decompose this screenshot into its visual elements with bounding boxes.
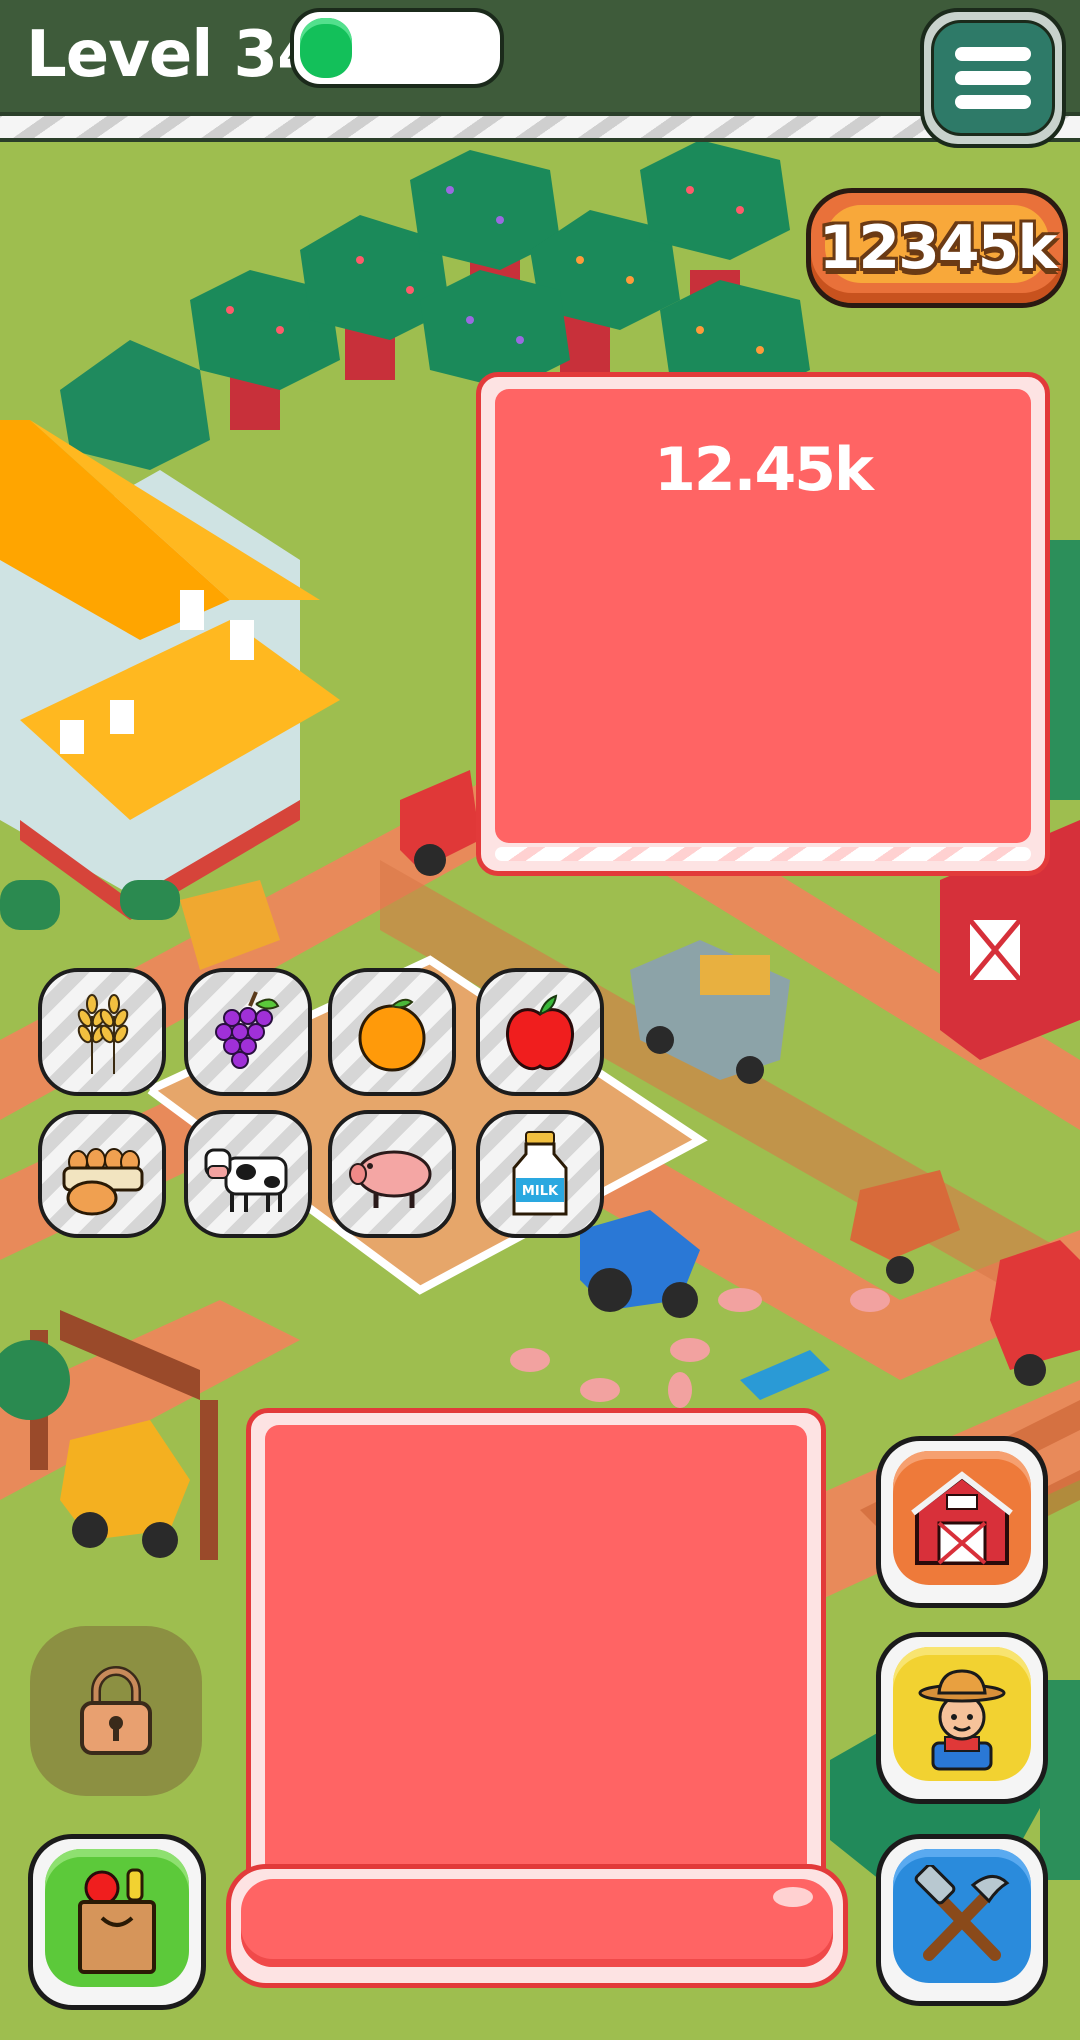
level-label: Level 34 <box>26 18 322 92</box>
bottom-panel <box>246 1408 826 1904</box>
milk-label: MILK <box>522 1184 559 1199</box>
eggs-icon <box>62 1148 144 1216</box>
barn-button[interactable] <box>876 1436 1048 1608</box>
bottom-bar-shine <box>773 1887 813 1907</box>
farmer-icon <box>918 1669 1006 1771</box>
market-button[interactable] <box>28 1834 206 2010</box>
orange-tile[interactable] <box>328 968 456 1096</box>
bottom-action-bar[interactable] <box>226 1864 848 1988</box>
level-progress-fill <box>300 18 352 78</box>
top-bar: Level 34 <box>0 0 1080 142</box>
menu-button[interactable] <box>920 8 1066 148</box>
orange-icon <box>358 998 426 1072</box>
farmer-button[interactable] <box>876 1632 1048 1804</box>
farm-game-screen: Level 34 12345k 12.45k MILK <box>0 0 1080 2040</box>
milk-bottle-icon: MILK <box>512 1131 568 1216</box>
menu-line <box>955 47 1031 61</box>
bottom-panel-body <box>265 1425 807 1885</box>
lock-icon <box>80 1666 152 1755</box>
cow-tile[interactable] <box>184 1110 312 1238</box>
info-popup-panel: 12.45k <box>476 372 1050 876</box>
barn-icon <box>911 1471 1013 1565</box>
pig-tile[interactable] <box>328 1110 456 1238</box>
tools-button[interactable] <box>876 1834 1048 2006</box>
bottom-action-bar-fill <box>241 1879 833 1967</box>
pig-icon <box>349 1150 432 1208</box>
apple-icon <box>506 994 574 1071</box>
info-popup-body: 12.45k <box>495 389 1031 843</box>
top-bar-stripe <box>0 112 1080 142</box>
level-progress-bar <box>290 8 504 88</box>
hammer-pickaxe-icon <box>914 1865 1010 1961</box>
menu-icon <box>931 20 1055 136</box>
milk-tile[interactable]: MILK <box>476 1110 604 1238</box>
locked-slot-button[interactable] <box>30 1626 202 1796</box>
apple-tile[interactable] <box>476 968 604 1096</box>
eggs-tile[interactable] <box>38 1110 166 1238</box>
cow-icon <box>204 1148 288 1212</box>
grapes-icon <box>215 991 280 1069</box>
coin-counter[interactable]: 12345k <box>806 188 1068 308</box>
menu-line <box>955 95 1031 109</box>
popup-stripe <box>495 847 1031 861</box>
wheat-tile[interactable] <box>38 968 166 1096</box>
wheat-icon <box>77 994 129 1074</box>
grocery-bag-icon <box>78 1868 156 1974</box>
grapes-tile[interactable] <box>184 968 312 1096</box>
popup-value: 12.45k <box>654 435 874 505</box>
coin-counter-value: 12345k <box>818 213 1058 283</box>
menu-line <box>955 71 1031 85</box>
